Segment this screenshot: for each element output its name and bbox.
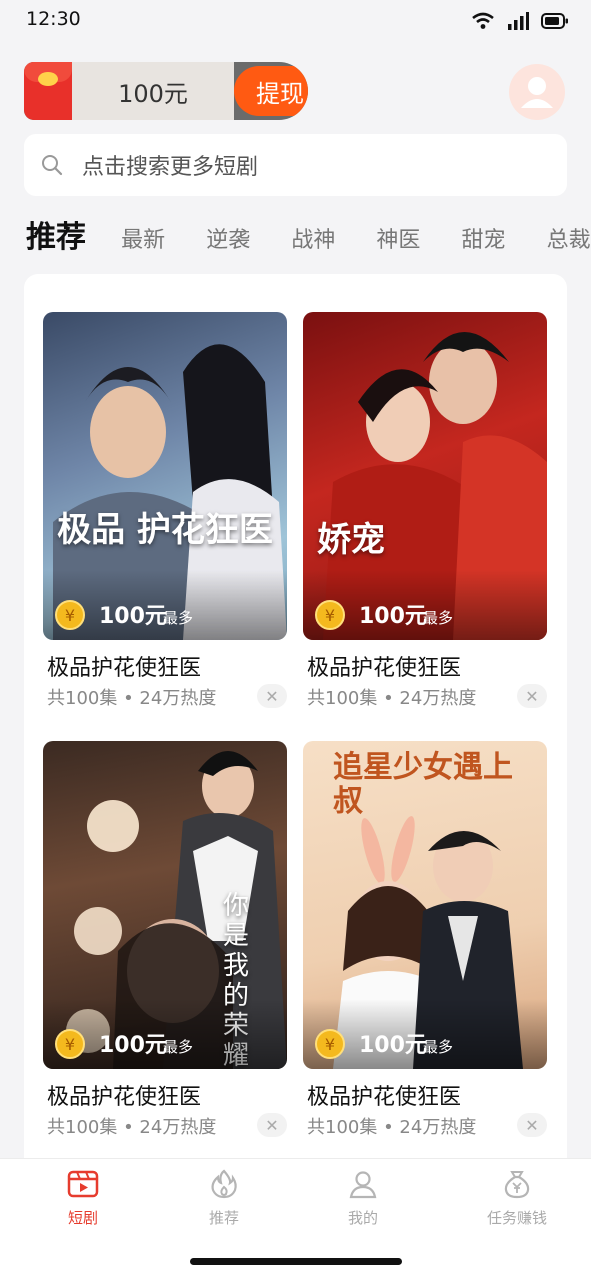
signal-icon	[508, 12, 529, 30]
nav-label: 推荐	[208, 1209, 239, 1227]
video-icon	[67, 1170, 99, 1198]
tab-sweet-romance[interactable]: 甜宠	[462, 222, 506, 254]
user-avatar-icon	[521, 77, 553, 108]
search-placeholder: 点击搜索更多短剧	[82, 155, 259, 180]
withdraw-button[interactable]: 提现	[234, 66, 308, 116]
drama-title[interactable]: 极品护花使狂医	[47, 650, 201, 682]
close-icon: ✕	[525, 1115, 539, 1135]
drama-poster[interactable]: 追星少女遇上叔 ¥ 100元 最多	[303, 741, 547, 1069]
coin-icon: ¥	[55, 600, 85, 630]
battery-icon	[541, 13, 568, 29]
reward-amount: 100元	[359, 604, 427, 629]
tab-ceo[interactable]: 总裁	[547, 222, 591, 254]
status-bar: 12:30	[0, 0, 591, 44]
tab-recommend[interactable]: 推荐	[26, 212, 86, 256]
flame-icon	[211, 1169, 237, 1199]
reward-amount: 100元	[99, 1033, 167, 1058]
close-icon: ✕	[525, 686, 539, 706]
drama-title[interactable]: 极品护花使狂医	[307, 650, 461, 682]
reward-suffix: 最多	[163, 1038, 194, 1056]
tab-war-god[interactable]: 战神	[291, 222, 335, 254]
drama-meta: 共100集 • 24万热度	[307, 1117, 477, 1138]
search-icon	[42, 155, 63, 176]
nav-label: 我的	[347, 1209, 378, 1227]
reward-amount: 100元	[359, 1033, 427, 1058]
poster-title-art: 极品 护花狂医	[57, 510, 273, 550]
user-icon	[349, 1171, 377, 1199]
reward-balance-amount: 100元	[72, 62, 234, 120]
reward-balance-bar: 100元 提现	[24, 62, 308, 120]
red-envelope-icon	[24, 62, 72, 120]
drama-item[interactable]: 追星少女遇上叔 ¥ 100元 最多	[303, 741, 547, 1069]
wifi-icon	[472, 12, 494, 29]
drama-poster[interactable]: 你是我的荣耀 ¥ 100元 最多	[43, 741, 287, 1069]
drama-poster[interactable]: 娇宠 ¥ 100元 最多	[303, 312, 547, 640]
close-icon: ✕	[265, 686, 279, 706]
drama-meta: 共100集 • 24万热度	[47, 1117, 217, 1138]
dismiss-button[interactable]: ✕	[517, 1113, 547, 1137]
coin-icon: ¥	[55, 1029, 85, 1059]
drama-title[interactable]: 极品护花使狂医	[47, 1079, 201, 1111]
status-time: 12:30	[26, 8, 81, 30]
search-bar[interactable]: 点击搜索更多短剧	[24, 134, 567, 196]
nav-item-mine[interactable]: 我的	[313, 1169, 413, 1228]
drama-grid-card: 极品 护花狂医 ¥ 100元 最多 极品护花使狂医 共100集 • 24万热度 …	[24, 274, 567, 1174]
avatar[interactable]	[509, 64, 565, 120]
nav-label: 短剧	[67, 1209, 98, 1227]
reward-suffix: 最多	[423, 1038, 454, 1056]
tab-counterattack[interactable]: 逆袭	[206, 222, 250, 254]
drama-poster[interactable]: 极品 护花狂医 ¥ 100元 最多	[43, 312, 287, 640]
status-icons	[471, 12, 569, 30]
category-tabs: 推荐 最新 逆袭 战神 神医 甜宠 总裁	[26, 212, 591, 262]
coin-icon: ¥	[315, 600, 345, 630]
dismiss-button[interactable]: ✕	[517, 684, 547, 708]
money-bag-icon	[504, 1171, 530, 1199]
dismiss-button[interactable]: ✕	[257, 1113, 287, 1137]
home-indicator	[190, 1258, 402, 1265]
drama-meta: 共100集 • 24万热度	[47, 688, 217, 709]
dismiss-button[interactable]: ✕	[257, 684, 287, 708]
drama-meta: 共100集 • 24万热度	[307, 688, 477, 709]
tab-divine-doctor[interactable]: 神医	[376, 222, 420, 254]
drama-item[interactable]: 娇宠 ¥ 100元 最多	[303, 312, 547, 640]
drama-title[interactable]: 极品护花使狂医	[307, 1079, 461, 1111]
reward-suffix: 最多	[423, 609, 454, 627]
drama-item[interactable]: 你是我的荣耀 ¥ 100元 最多	[43, 741, 287, 1069]
coin-icon: ¥	[315, 1029, 345, 1059]
nav-item-tasks[interactable]: 任务赚钱	[467, 1169, 567, 1228]
nav-item-recommend[interactable]: 推荐	[174, 1169, 274, 1228]
drama-item[interactable]: 极品 护花狂医 ¥ 100元 最多	[43, 312, 287, 640]
tab-latest[interactable]: 最新	[121, 222, 165, 254]
nav-item-shorts[interactable]: 短剧	[33, 1169, 133, 1228]
nav-label: 任务赚钱	[486, 1209, 547, 1227]
reward-amount: 100元	[99, 604, 167, 629]
poster-title-art: 追星少女遇上叔	[333, 750, 513, 819]
reward-suffix: 最多	[163, 609, 194, 627]
close-icon: ✕	[265, 1115, 279, 1135]
poster-title-art: 娇宠	[317, 520, 385, 560]
